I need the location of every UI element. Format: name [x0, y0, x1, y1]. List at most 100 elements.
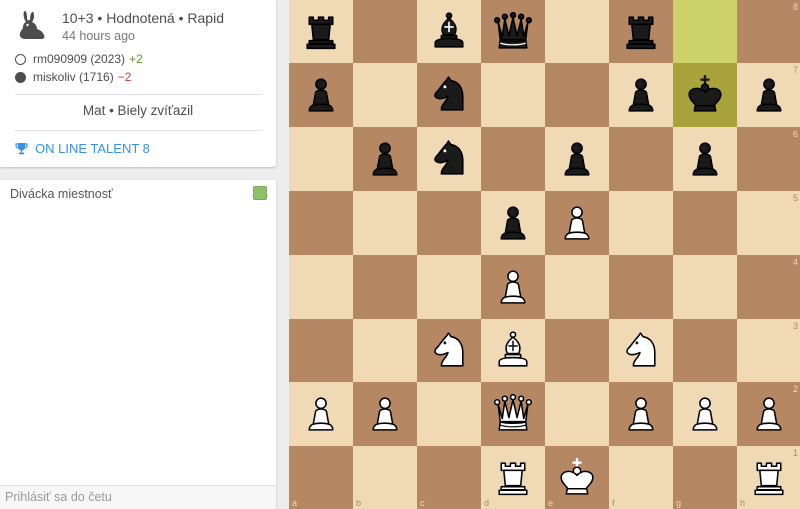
- square-g3[interactable]: [673, 319, 737, 382]
- square-f6[interactable]: [609, 127, 673, 191]
- square-f8[interactable]: [609, 0, 673, 63]
- white-queen-icon[interactable]: [490, 391, 536, 437]
- square-g6[interactable]: [673, 127, 737, 191]
- square-h6[interactable]: 6: [737, 127, 800, 191]
- square-e6[interactable]: [545, 127, 609, 191]
- white-pawn-icon[interactable]: [298, 391, 344, 437]
- white-rook-icon[interactable]: [490, 455, 536, 501]
- square-e1[interactable]: e: [545, 446, 609, 509]
- white-player-name[interactable]: rm090909 (2023): [33, 52, 125, 66]
- square-f7[interactable]: [609, 63, 673, 127]
- square-f2[interactable]: [609, 382, 673, 446]
- square-b3[interactable]: [353, 319, 417, 382]
- square-b1[interactable]: b: [353, 446, 417, 509]
- square-h7[interactable]: 7: [737, 63, 800, 127]
- square-h1[interactable]: 1h: [737, 446, 800, 509]
- square-h5[interactable]: 5: [737, 191, 800, 255]
- square-d8[interactable]: [481, 0, 545, 63]
- chat-input[interactable]: Prihlásiť sa do četu: [0, 485, 276, 509]
- white-knight-icon[interactable]: [426, 328, 472, 374]
- square-c1[interactable]: c: [417, 446, 481, 509]
- square-g8[interactable]: [673, 0, 737, 63]
- square-b8[interactable]: [353, 0, 417, 63]
- square-h2[interactable]: 2: [737, 382, 800, 446]
- black-pawn-icon[interactable]: [682, 136, 728, 182]
- square-e2[interactable]: [545, 382, 609, 446]
- square-d2[interactable]: [481, 382, 545, 446]
- square-d4[interactable]: [481, 255, 545, 319]
- square-a3[interactable]: [289, 319, 353, 382]
- black-pawn-icon[interactable]: [746, 72, 792, 118]
- white-player[interactable]: rm090909 (2023) +2: [15, 52, 143, 66]
- black-knight-icon[interactable]: [426, 136, 472, 182]
- square-a7[interactable]: [289, 63, 353, 127]
- black-king-icon[interactable]: [682, 72, 728, 118]
- square-f3[interactable]: [609, 319, 673, 382]
- white-pawn-icon[interactable]: [618, 391, 664, 437]
- black-player-name[interactable]: miskoliv (1716): [33, 70, 114, 84]
- square-d7[interactable]: [481, 63, 545, 127]
- white-knight-icon[interactable]: [618, 328, 664, 374]
- black-rook-icon[interactable]: [298, 9, 344, 55]
- square-c4[interactable]: [417, 255, 481, 319]
- white-pawn-icon[interactable]: [490, 264, 536, 310]
- square-h3[interactable]: 3: [737, 319, 800, 382]
- square-e4[interactable]: [545, 255, 609, 319]
- square-d5[interactable]: [481, 191, 545, 255]
- square-e8[interactable]: [545, 0, 609, 63]
- square-c7[interactable]: [417, 63, 481, 127]
- square-c5[interactable]: [417, 191, 481, 255]
- square-g5[interactable]: [673, 191, 737, 255]
- white-pawn-icon[interactable]: [746, 391, 792, 437]
- black-queen-icon[interactable]: [490, 9, 536, 55]
- white-bishop-icon[interactable]: [490, 328, 536, 374]
- square-a2[interactable]: [289, 382, 353, 446]
- square-e7[interactable]: [545, 63, 609, 127]
- square-c8[interactable]: [417, 0, 481, 63]
- square-a4[interactable]: [289, 255, 353, 319]
- square-a1[interactable]: a: [289, 446, 353, 509]
- square-a6[interactable]: [289, 127, 353, 191]
- black-pawn-icon[interactable]: [618, 72, 664, 118]
- chat-toggle-checkbox[interactable]: [253, 186, 267, 200]
- square-b4[interactable]: [353, 255, 417, 319]
- black-pawn-icon[interactable]: [298, 72, 344, 118]
- square-a8[interactable]: [289, 0, 353, 63]
- black-player[interactable]: miskoliv (1716) −2: [15, 70, 131, 84]
- square-g7[interactable]: [673, 63, 737, 127]
- square-b2[interactable]: [353, 382, 417, 446]
- square-b5[interactable]: [353, 191, 417, 255]
- square-g4[interactable]: [673, 255, 737, 319]
- white-pawn-icon[interactable]: [682, 391, 728, 437]
- square-f5[interactable]: [609, 191, 673, 255]
- black-bishop-icon[interactable]: [426, 9, 472, 55]
- square-b7[interactable]: [353, 63, 417, 127]
- square-f1[interactable]: f: [609, 446, 673, 509]
- square-c3[interactable]: [417, 319, 481, 382]
- tournament-link[interactable]: ON LINE TALENT 8: [15, 141, 150, 156]
- square-g2[interactable]: [673, 382, 737, 446]
- black-pawn-icon[interactable]: [490, 200, 536, 246]
- square-f4[interactable]: [609, 255, 673, 319]
- square-d6[interactable]: [481, 127, 545, 191]
- black-pawn-icon[interactable]: [362, 136, 408, 182]
- square-h8[interactable]: 8: [737, 0, 800, 63]
- square-h4[interactable]: 4: [737, 255, 800, 319]
- square-d3[interactable]: [481, 319, 545, 382]
- square-c2[interactable]: [417, 382, 481, 446]
- black-knight-icon[interactable]: [426, 72, 472, 118]
- white-pawn-icon[interactable]: [362, 391, 408, 437]
- white-king-icon[interactable]: [554, 455, 600, 501]
- tournament-name[interactable]: ON LINE TALENT 8: [35, 141, 150, 156]
- black-pawn-icon[interactable]: [554, 136, 600, 182]
- square-a5[interactable]: [289, 191, 353, 255]
- square-e3[interactable]: [545, 319, 609, 382]
- white-pawn-icon[interactable]: [554, 200, 600, 246]
- square-d1[interactable]: d: [481, 446, 545, 509]
- square-b6[interactable]: [353, 127, 417, 191]
- black-rook-icon[interactable]: [618, 9, 664, 55]
- square-g1[interactable]: g: [673, 446, 737, 509]
- square-c6[interactable]: [417, 127, 481, 191]
- chess-board[interactable]: 8765432 abcdefg1h: [289, 0, 800, 509]
- white-rook-icon[interactable]: [746, 455, 792, 501]
